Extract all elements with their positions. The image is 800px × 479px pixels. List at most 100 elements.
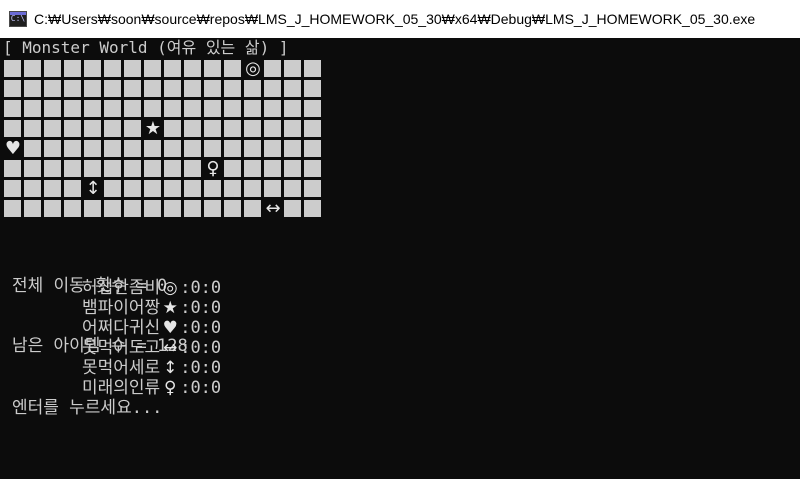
grid-cell-empty [183, 139, 203, 159]
grid-cell-empty [303, 179, 323, 199]
grid-cell-item: ◎ [245, 58, 261, 79]
grid-cell-empty [203, 139, 223, 159]
grid-cell-empty [83, 199, 103, 219]
grid-cell-empty [163, 99, 183, 119]
game-header: [ Monster World (여유 있는 삶) ] [3, 38, 289, 57]
legend-monster-icon: ★ [162, 298, 178, 318]
legend-monster-count: :0:0 [180, 358, 222, 378]
grid-cell-empty [63, 199, 83, 219]
console-window: C:\ C:₩Users₩soon₩source₩repos₩LMS_J_HOM… [0, 0, 800, 479]
grid-cell-empty [223, 159, 243, 179]
grid-cell-empty [283, 159, 303, 179]
grid-cell-empty [3, 199, 23, 219]
grid-cell-empty [43, 139, 63, 159]
grid-cell-item: ↔ [265, 198, 281, 219]
grid-cell-empty [283, 99, 303, 119]
grid-cell-empty [83, 159, 103, 179]
grid-cell-empty [63, 179, 83, 199]
grid-cell-empty [183, 199, 203, 219]
grid-cell-empty [283, 199, 303, 219]
grid-cell-empty [43, 119, 63, 139]
grid-cell-empty [183, 59, 203, 79]
legend-monster-icon: ◎ [162, 278, 178, 298]
grid-cell-empty [223, 79, 243, 99]
grid-cell-empty [23, 79, 43, 99]
grid-cell-empty [83, 79, 103, 99]
grid-cell-empty [143, 159, 163, 179]
grid-cell-empty [163, 199, 183, 219]
window-title: C:₩Users₩soon₩source₩repos₩LMS_J_HOMEWOR… [34, 11, 756, 27]
grid-cell-item: ★ [144, 118, 162, 139]
grid-cell-empty [303, 159, 323, 179]
grid-cell-empty [263, 59, 283, 79]
title-bar[interactable]: C:\ C:₩Users₩soon₩source₩repos₩LMS_J_HOM… [0, 0, 800, 38]
legend-row: 못먹어세로 ↕:0:0 [82, 358, 221, 378]
grid-cell-empty [203, 99, 223, 119]
grid-cell-empty [123, 139, 143, 159]
grid-cell-empty [23, 99, 43, 119]
grid-cell-empty [23, 139, 43, 159]
enter-prompt: 엔터를 누르세요... [12, 398, 163, 418]
grid-cell-empty [243, 139, 263, 159]
console-app-icon: C:\ [9, 11, 27, 27]
grid-cell-empty [243, 159, 263, 179]
grid-cell-empty [263, 79, 283, 99]
grid-cell-empty [243, 119, 263, 139]
grid-cell-empty [123, 199, 143, 219]
legend-monster-name: 미래의인류 [82, 378, 161, 398]
grid-cell-empty [43, 79, 63, 99]
grid-cell-empty [283, 139, 303, 159]
grid-cell-empty [103, 119, 123, 139]
legend-monster-count: :0:0 [180, 298, 222, 318]
legend-monster-name: 허접한좀비 [82, 278, 161, 298]
grid-cell-empty [23, 59, 43, 79]
grid-cell-empty [163, 139, 183, 159]
grid-cell-empty [283, 119, 303, 139]
grid-cell-empty [83, 59, 103, 79]
grid-cell-empty [23, 119, 43, 139]
grid-cell-empty [303, 119, 323, 139]
grid-cell-empty [103, 139, 123, 159]
grid-cell-empty [223, 199, 243, 219]
grid-cell-empty [243, 99, 263, 119]
grid-cell-empty [3, 59, 23, 79]
legend-row: 미래의인류 ♀:0:0 [82, 378, 221, 398]
grid-cell-empty [163, 179, 183, 199]
grid-cell-empty [103, 159, 123, 179]
grid-cell-empty [23, 179, 43, 199]
grid-cell-empty [243, 179, 263, 199]
grid-cell-empty [303, 99, 323, 119]
legend-monster-icon: ♀ [163, 378, 177, 398]
grid-cell-empty [203, 199, 223, 219]
grid-cell-empty [103, 59, 123, 79]
grid-cell-empty [43, 159, 63, 179]
legend-monster-count: :0:0 [180, 278, 222, 298]
legend-monster-icon: ♥ [162, 318, 178, 338]
legend-monster-icon: ↔ [163, 338, 178, 358]
console-output[interactable]: [ Monster World (여유 있는 삶) ] ◎ ★ ♥ ♀ ↕ ↔ 전체 이동… [0, 38, 800, 479]
grid-cell-empty [3, 99, 23, 119]
grid-cell-empty [43, 179, 63, 199]
grid-cell-empty [163, 59, 183, 79]
legend-row: 뱀파이어짱 ★:0:0 [82, 298, 221, 318]
grid-cell-empty [203, 119, 223, 139]
legend-row: 어쩌다귀신 ♥:0:0 [82, 318, 221, 338]
grid-cell-empty [123, 99, 143, 119]
legend-monster-name: 못먹어세로 [82, 358, 161, 378]
grid-cell-empty [3, 79, 23, 99]
grid-cell-empty [223, 119, 243, 139]
legend-row: 못먹어도고 ↔:0:0 [82, 338, 221, 358]
grid-cell-empty [283, 179, 303, 199]
legend-monster-name: 어쩌다귀신 [82, 318, 161, 338]
grid-cell-empty [123, 179, 143, 199]
grid-cell-empty [63, 139, 83, 159]
grid-cell-empty [203, 79, 223, 99]
grid-cell-item: ↕ [85, 178, 101, 199]
grid-cell-item: ♥ [4, 138, 22, 159]
grid-cell-empty [23, 159, 43, 179]
legend-monster-name: 못먹어도고 [82, 338, 161, 358]
grid-cell-empty [183, 79, 203, 99]
grid-cell-empty [63, 119, 83, 139]
grid-cell-empty [123, 59, 143, 79]
grid-cell-empty [303, 139, 323, 159]
